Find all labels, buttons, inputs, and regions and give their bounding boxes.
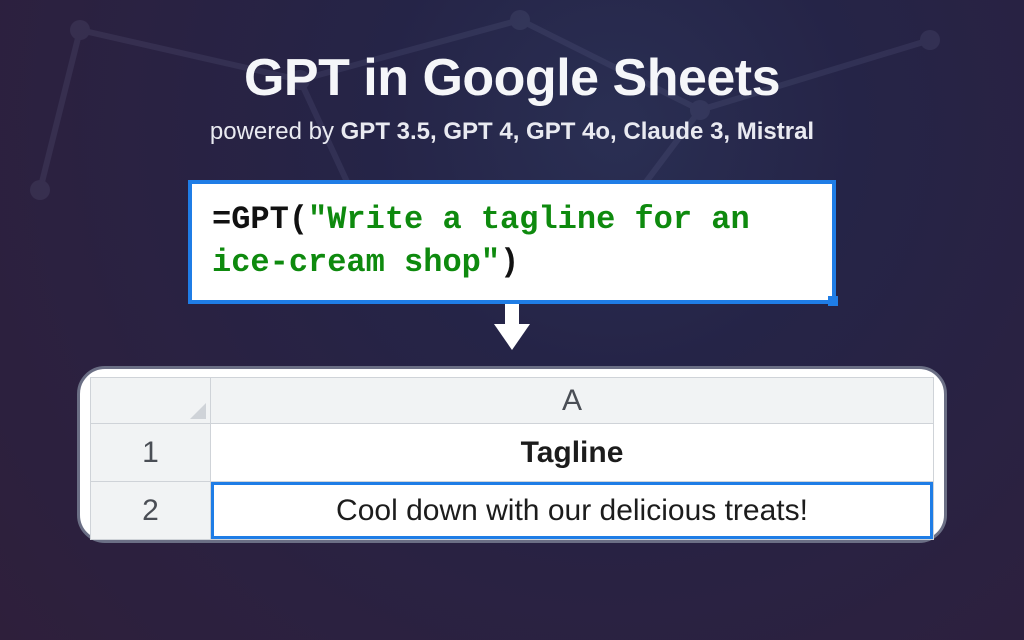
- table-row: 2 Cool down with our delicious treats!: [91, 482, 934, 540]
- model-list: GPT 3.5, GPT 4, GPT 4o, Claude 3, Mistra…: [341, 118, 814, 145]
- arrow-stem: [505, 304, 519, 324]
- select-all-corner[interactable]: [91, 378, 211, 424]
- page-title: GPT in Google Sheets: [0, 48, 1024, 108]
- column-header-a[interactable]: A: [211, 378, 934, 424]
- cell-a1-value: Tagline: [521, 436, 624, 469]
- cell-a2-value: Cool down with our delicious treats!: [336, 494, 808, 527]
- row-number[interactable]: 1: [91, 424, 211, 482]
- formula-close-paren: ): [500, 244, 519, 281]
- cell-a2[interactable]: Cool down with our delicious treats!: [211, 482, 934, 540]
- formula-function-name: GPT: [231, 201, 289, 238]
- formula-equals: =: [212, 201, 231, 238]
- cell-a1[interactable]: Tagline: [211, 424, 934, 482]
- spreadsheet-preview: A 1 Tagline 2 Cool down with our delicio…: [77, 366, 947, 543]
- selection-handle[interactable]: [828, 296, 838, 306]
- subtitle-prefix: powered by: [210, 118, 341, 145]
- hero: GPT in Google Sheets powered by GPT 3.5,…: [0, 0, 1024, 543]
- page-subtitle: powered by GPT 3.5, GPT 4, GPT 4o, Claud…: [0, 118, 1024, 146]
- arrow-down-icon: [494, 324, 530, 350]
- spreadsheet-table: A 1 Tagline 2 Cool down with our delicio…: [90, 377, 934, 540]
- formula-bar[interactable]: =GPT("Write a tagline for an ice-cream s…: [188, 180, 836, 304]
- row-number[interactable]: 2: [91, 482, 211, 540]
- formula-open-paren: (: [289, 201, 308, 238]
- table-row: 1 Tagline: [91, 424, 934, 482]
